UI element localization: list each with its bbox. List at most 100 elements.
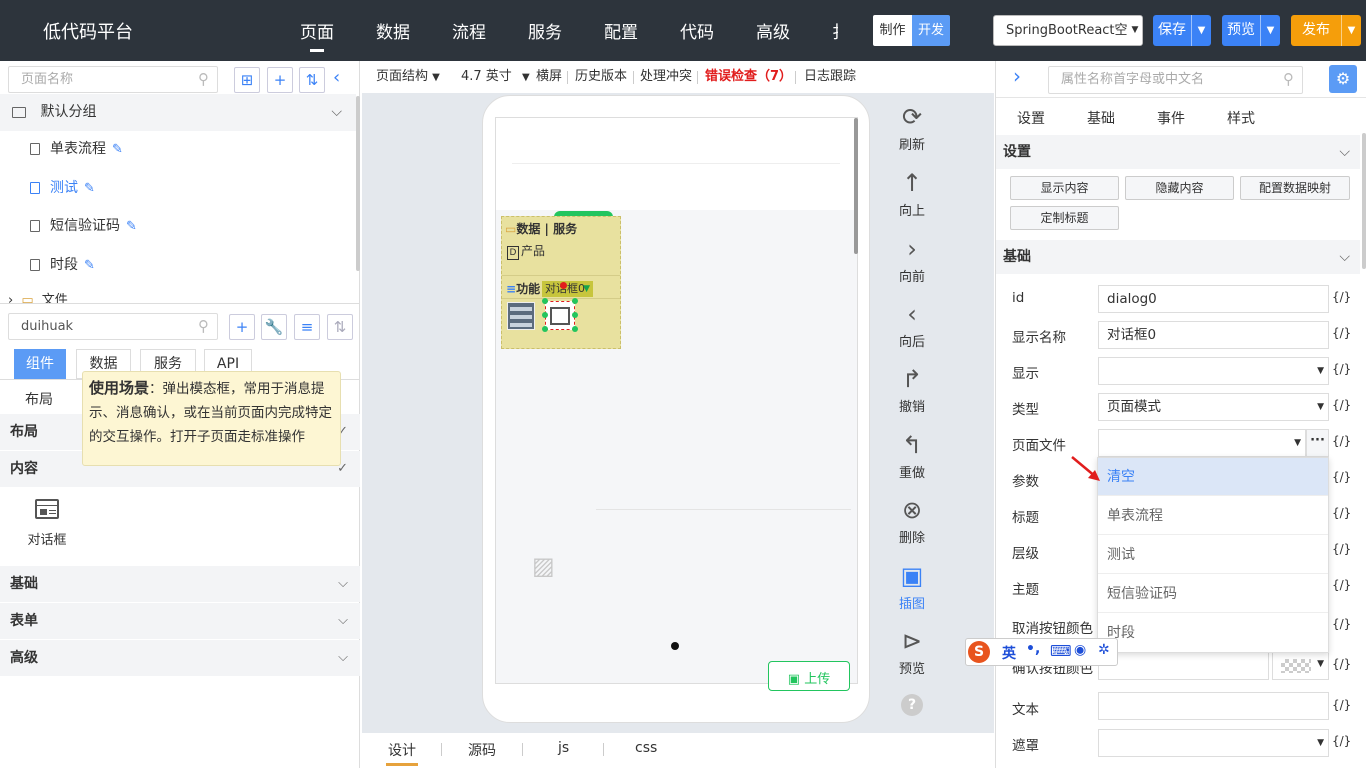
tab-css[interactable]: css — [635, 740, 657, 756]
nav-code[interactable]: 代码 — [680, 18, 714, 43]
text-input[interactable] — [1098, 692, 1329, 720]
edit-icon[interactable]: ✎ — [84, 258, 95, 273]
page-file-select[interactable]: ▼ — [1098, 429, 1306, 457]
forward-tool[interactable]: › 向前 — [893, 234, 931, 285]
selection-handle[interactable] — [572, 298, 578, 304]
add-page-icon[interactable]: + — [267, 67, 293, 93]
expression-toggle[interactable]: {/} — [1332, 542, 1351, 556]
section-settings[interactable]: 设置 ⌵ — [996, 135, 1360, 169]
category-form[interactable]: 表单 ⌵ — [0, 603, 360, 639]
hide-content-button[interactable]: 隐藏内容 — [1125, 176, 1234, 200]
back-tool[interactable]: ‹ 向后 — [893, 299, 931, 350]
tree-item-page[interactable]: 时段 ✎ — [0, 247, 356, 284]
nav-advanced[interactable]: 高级 — [756, 18, 790, 43]
nav-more[interactable]: 扌 — [832, 18, 838, 43]
selection-handle[interactable] — [560, 282, 567, 289]
expand-panel-icon[interactable]: › — [1013, 64, 1021, 88]
move-up-tool[interactable]: ↑ 向上 — [893, 168, 931, 219]
tab-basic[interactable]: 基础 — [1087, 108, 1115, 128]
phone-screen[interactable]: ▨ ▣ 上传 — [495, 117, 858, 691]
chevron-down-icon[interactable]: ▼ — [1260, 15, 1280, 46]
add-icon[interactable]: + — [229, 314, 255, 340]
tab-components[interactable]: 组件 — [14, 349, 66, 379]
data-mapping-button[interactable]: 配置数据映射 — [1240, 176, 1350, 200]
punctuation-icon[interactable]: •, — [1026, 641, 1040, 657]
chevron-down-icon[interactable]: ▼ — [1341, 15, 1361, 46]
mode-dev-button[interactable]: 开发 — [912, 15, 950, 46]
tab-design[interactable]: 设计 — [386, 740, 418, 766]
nav-config[interactable]: 配置 — [604, 18, 638, 43]
selection-handle[interactable] — [542, 312, 548, 318]
save-button[interactable]: 保存 ▼ — [1153, 15, 1211, 46]
tree-item-page[interactable]: 测试 ✎ — [0, 170, 356, 207]
scrollbar[interactable] — [1362, 133, 1366, 269]
tree-group-default[interactable]: 默认分组 ⌵ — [0, 94, 356, 131]
preview-tool[interactable]: ⊳ 预览 — [893, 626, 931, 677]
sort-icon[interactable]: ⇅ — [327, 314, 353, 340]
add-folder-icon[interactable]: ⊞ — [234, 67, 260, 93]
selection-handle[interactable] — [542, 298, 548, 304]
tab-events[interactable]: 事件 — [1157, 108, 1185, 128]
edit-icon[interactable]: ✎ — [112, 142, 123, 157]
dropdown-item[interactable]: 短信验证码 — [1098, 575, 1328, 613]
gamepad-icon[interactable]: ◉ — [1074, 642, 1086, 658]
property-search-input[interactable]: 属性名称首字母或中文名 ⚲ — [1048, 66, 1303, 94]
dropdown-item-clear[interactable]: 清空 — [1098, 458, 1328, 496]
selection-handle[interactable] — [572, 312, 578, 318]
expression-toggle[interactable]: {/} — [1332, 398, 1351, 412]
id-input[interactable]: dialog0 — [1098, 285, 1329, 313]
dropdown-item[interactable]: 时段 — [1098, 614, 1328, 652]
list-sort-icon[interactable]: ≡ — [294, 314, 320, 340]
refresh-tool[interactable]: ⟳ 刷新 — [893, 102, 931, 153]
color-picker[interactable]: ▼ — [1272, 652, 1329, 680]
type-select[interactable]: 页面模式 ▼ — [1098, 393, 1329, 421]
category-advanced[interactable]: 高级 ⌵ — [0, 640, 360, 676]
collapse-panel-icon[interactable]: ‹ — [333, 67, 340, 88]
page-search-input[interactable]: 页面名称 ⚲ — [8, 66, 218, 93]
visible-select[interactable]: ▼ — [1098, 357, 1329, 385]
sort-icon[interactable]: ⇅ — [299, 67, 325, 93]
log-trace-button[interactable]: 日志跟踪 — [804, 61, 856, 93]
nav-service[interactable]: 服务 — [528, 18, 562, 43]
tab-source[interactable]: 源码 — [468, 740, 496, 760]
nav-data[interactable]: 数据 — [376, 18, 410, 43]
tab-settings[interactable]: 设置 — [1017, 108, 1045, 128]
expression-toggle[interactable]: {/} — [1332, 617, 1351, 631]
keyboard-icon[interactable]: ⌨ — [1050, 642, 1072, 660]
expression-toggle[interactable]: {/} — [1332, 698, 1351, 712]
mask-select[interactable]: ▼ — [1098, 729, 1329, 757]
tree-item-page[interactable]: 短信验证码 ✎ — [0, 208, 356, 245]
expression-toggle[interactable]: {/} — [1332, 506, 1351, 520]
tab-styles[interactable]: 样式 — [1227, 108, 1255, 128]
ime-toolbar[interactable]: S 英 •, ⌨ ◉ ✲ — [965, 638, 1118, 666]
dialog-component[interactable]: 对话框 — [22, 499, 72, 548]
edit-icon[interactable]: ✎ — [126, 219, 137, 234]
show-content-button[interactable]: 显示内容 — [1010, 176, 1119, 200]
landscape-toggle[interactable]: 横屏 — [536, 61, 562, 93]
subtab-layout[interactable]: 布局 — [25, 389, 53, 409]
expression-toggle[interactable]: {/} — [1332, 326, 1351, 340]
selection-handle[interactable] — [572, 326, 578, 332]
scrollbar[interactable] — [356, 96, 360, 271]
more-options-icon[interactable]: ··· — [1306, 429, 1329, 457]
tab-js[interactable]: js — [558, 740, 569, 756]
expression-toggle[interactable]: {/} — [1332, 362, 1351, 376]
data-service-panel[interactable]: ▭数据 | 服务 D产品 ≡功能 对话框0 ▼ — [501, 216, 621, 349]
category-basic[interactable]: 基础 ⌵ — [0, 566, 360, 602]
section-basic[interactable]: 基础 ⌵ — [996, 240, 1360, 274]
expression-toggle[interactable]: {/} — [1332, 657, 1351, 671]
dropdown-item[interactable]: 测试 — [1098, 536, 1328, 574]
delete-tool[interactable]: ⊗ 删除 — [893, 495, 931, 546]
wrench-icon[interactable]: 🔧 — [261, 314, 287, 340]
chevron-down-icon[interactable]: ▼ — [1191, 15, 1211, 46]
preview-button[interactable]: 预览 ▼ — [1222, 15, 1280, 46]
dialog-tag[interactable]: 对话框0 ▼ — [542, 281, 593, 297]
component-search-input[interactable]: duihuak ⚲ — [8, 313, 218, 340]
upload-button[interactable]: ▣ 上传 — [768, 661, 850, 691]
undo-tool[interactable]: ↱ 撤销 — [893, 364, 931, 415]
device-size-dropdown[interactable]: 4.7 英寸 ▼ — [461, 61, 530, 94]
expression-toggle[interactable]: {/} — [1332, 734, 1351, 748]
gear-icon[interactable]: ⚙ — [1329, 65, 1357, 93]
expression-toggle[interactable]: {/} — [1332, 290, 1351, 304]
redo-tool[interactable]: ↰ 重做 — [893, 430, 931, 481]
